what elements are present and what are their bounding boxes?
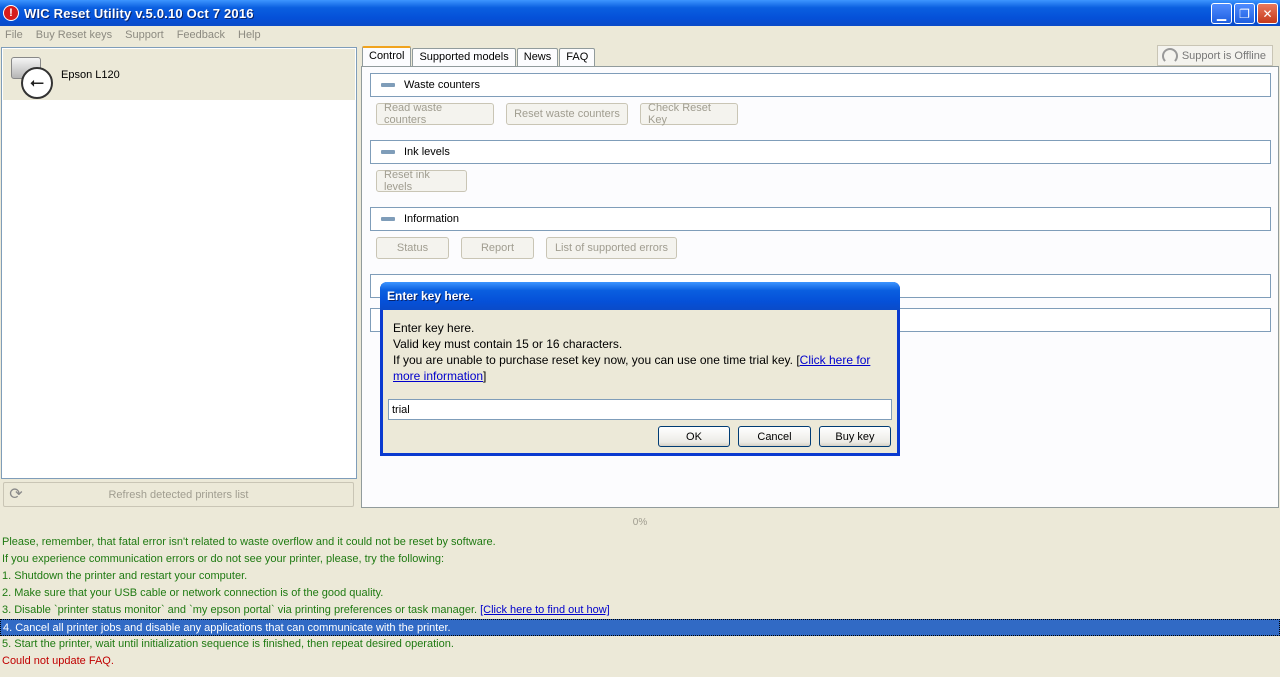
menu-buy-reset-keys[interactable]: Buy Reset keys [36,29,112,41]
group-label: Ink levels [404,146,450,158]
log-line: 1. Shutdown the printer and restart your… [2,570,248,582]
cancel-button[interactable]: Cancel [738,426,811,447]
buy-key-button[interactable]: Buy key [819,426,891,447]
log-line-selected[interactable]: 4. Cancel all printer jobs and disable a… [0,619,1280,636]
refresh-printers-button[interactable]: ⟳ Refresh detected printers list [3,482,354,507]
log-line: 5. Start the printer, wait until initial… [2,638,454,650]
tab-bar: Control Supported models News FAQ [362,46,596,66]
progress-label: 0% [632,517,648,528]
check-reset-key-button[interactable]: Check Reset Key [640,102,738,126]
printer-name: Epson L120 [61,68,120,81]
maximize-button[interactable]: ❐ [1234,3,1255,24]
log-error-line: Could not update FAQ. [2,655,114,667]
usb-printer-icon: ⭠ [9,51,57,99]
group-information[interactable]: Information [370,207,1271,231]
group-label: Information [404,213,460,225]
group-label: Waste counters [404,79,481,91]
headset-icon [1161,47,1178,64]
support-status[interactable]: Support is Offline [1156,45,1273,66]
log-line: If you experience communication errors o… [2,553,445,565]
menu-file[interactable]: File [5,29,23,41]
enter-key-dialog: Enter key here. Enter key here. Valid ke… [380,282,900,456]
reset-waste-counters-button[interactable]: Reset waste counters [506,103,628,125]
log-panel: Please, remember, that fatal error isn't… [0,534,1280,670]
log-line: Please, remember, that fatal error isn't… [2,536,496,548]
list-supported-errors-button[interactable]: List of supported errors [546,237,677,259]
collapse-icon [381,83,395,87]
dialog-line-2: Valid key must contain 15 or 16 characte… [393,337,623,351]
close-button[interactable]: ✕ [1257,3,1278,24]
usb-icon: ⭠ [21,66,53,99]
title-bar: ! WIC Reset Utility v.5.0.10 Oct 7 2016 … [0,0,1280,26]
printer-item-epson-l120[interactable]: ⭠ Epson L120 [3,49,355,100]
dialog-line-3: If you are unable to purchase reset key … [393,352,883,384]
menu-feedback[interactable]: Feedback [177,29,225,41]
menu-support[interactable]: Support [125,29,164,41]
window-title: WIC Reset Utility v.5.0.10 Oct 7 2016 [24,5,254,21]
tab-supported-models[interactable]: Supported models [412,48,516,66]
support-status-label: Support is Offline [1181,49,1266,62]
read-waste-counters-button[interactable]: Read waste counters [376,102,494,126]
collapse-icon [381,150,395,154]
collapse-icon [381,217,395,221]
app-alert-icon: ! [3,5,19,21]
menu-help[interactable]: Help [238,29,261,41]
reset-ink-levels-button[interactable]: Reset ink levels [376,169,467,193]
log-text: 3. Disable `printer status monitor` and … [2,604,481,616]
tab-news[interactable]: News [516,48,559,66]
dialog-message: Enter key here. Valid key must contain 1… [393,320,883,384]
minimize-button[interactable]: ▁ [1211,3,1232,24]
status-button[interactable]: Status [376,237,449,259]
refresh-printers-label: Refresh detected printers list [108,488,249,501]
key-input[interactable] [388,399,892,420]
report-button[interactable]: Report [461,237,534,259]
dialog-line-3-text: If you are unable to purchase reset key … [393,353,800,367]
log-line: 2. Make sure that your USB cable or netw… [2,587,384,599]
tab-faq[interactable]: FAQ [559,48,596,66]
menu-bar: File Buy Reset keys Support Feedback Hel… [0,26,1280,44]
group-waste-counters[interactable]: Waste counters [370,73,1271,97]
dialog-title: Enter key here. [380,282,900,310]
ok-button[interactable]: OK [658,426,730,447]
dialog-line-1: Enter key here. [393,321,475,335]
refresh-icon: ⟳ [9,485,23,503]
printer-list: ⭠ Epson L120 [1,47,357,479]
find-out-how-link[interactable]: [Click here to find out how] [480,604,610,616]
group-ink-levels[interactable]: Ink levels [370,140,1271,164]
dialog-line-3-end: ] [483,369,487,383]
log-line: 3. Disable `printer status monitor` and … [0,602,1280,619]
tab-control[interactable]: Control [362,46,412,66]
